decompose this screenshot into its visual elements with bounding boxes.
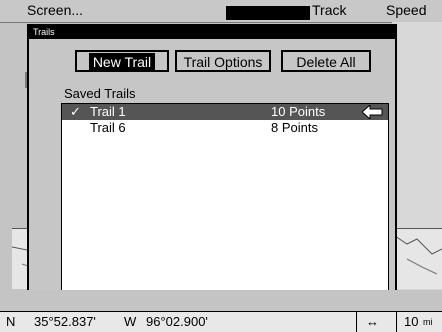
trail-points: 8 Points [271,120,318,135]
top-black-bar [226,6,310,20]
trail-points: 10 Points [271,104,326,119]
saved-trails-label: Saved Trails [64,86,136,101]
screen-menu-label[interactable]: Screen... [27,2,83,18]
track-label: Track [312,2,347,18]
longitude-direction: W [124,314,137,329]
speed-label: Speed [386,2,427,18]
scale-icon: ↔ [366,314,379,329]
new-trail-label: New Trail [88,53,156,71]
new-trail-button[interactable]: New Trail [75,50,169,72]
status-bar: N 35°52.837' W 96°02.900' ↔ 10 mi [0,311,442,332]
gps-screen: Screen... Track Speed SoAlaRoMyCaSoGPSyS… [0,0,442,332]
trail-options-button[interactable]: Trail Options [175,50,271,72]
longitude-value: 96°02.900' [146,314,208,329]
trail-row[interactable]: ✓ Trail 1 10 Points [62,103,388,121]
trail-name: Trail 1 [90,104,126,119]
check-icon: ✓ [70,104,81,119]
scale-value: 10 [404,314,419,329]
latitude-value: 35°52.837' [34,314,96,329]
status-divider [356,312,357,332]
trail-row[interactable]: Trail 6 8 Points [62,120,388,136]
saved-trails-list[interactable]: ✓ Trail 1 10 Points Trail 6 8 Points [61,103,389,293]
trail-name: Trail 6 [90,120,126,135]
dialog-title: Trails [29,26,395,39]
delete-all-button[interactable]: Delete All [281,50,371,72]
scale-unit: mi [423,317,433,327]
top-bar: Screen... Track Speed [0,0,442,23]
trails-dialog: Trails New Trail Trail Options Delete Al… [27,24,397,294]
status-divider [396,312,397,332]
status-area: N 35°52.837' W 96°02.900' ↔ 10 mi [0,290,442,332]
latitude-direction: N [6,314,16,329]
